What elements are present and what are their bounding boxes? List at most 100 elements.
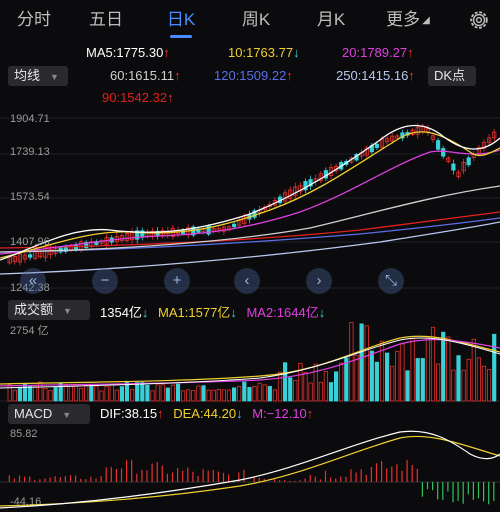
volume-bar bbox=[175, 383, 181, 402]
volume-bar bbox=[318, 381, 323, 402]
volume-bar bbox=[89, 384, 94, 402]
volume-bars bbox=[7, 322, 497, 402]
candle-body bbox=[435, 140, 441, 150]
candle-body bbox=[441, 148, 446, 157]
move-left-icon[interactable]: ‹ bbox=[234, 268, 260, 294]
caret-down-icon: ▼ bbox=[63, 306, 72, 316]
volume-bar bbox=[119, 386, 124, 402]
volume-bar bbox=[129, 388, 135, 402]
volume-bar bbox=[410, 338, 415, 402]
volume-bar bbox=[33, 386, 38, 402]
fullscreen-icon[interactable]: ⤡ bbox=[378, 268, 404, 294]
tab-intraday[interactable]: 分时 bbox=[0, 0, 68, 40]
grid-lines bbox=[0, 117, 500, 289]
volume-bar bbox=[272, 389, 278, 402]
move-right-icon[interactable]: › bbox=[306, 268, 332, 294]
ma10-value: 10:1763.77 bbox=[228, 45, 294, 60]
volume-bar bbox=[242, 381, 247, 402]
macd-selector[interactable]: MACD ▼ bbox=[8, 404, 90, 424]
macd-m: M:−12.10 bbox=[252, 406, 307, 421]
volume-bar bbox=[211, 389, 216, 402]
rights-selector-label: DK点 bbox=[434, 68, 466, 83]
volume-bar bbox=[344, 357, 349, 402]
volume-bar bbox=[22, 383, 28, 402]
volume-bar bbox=[420, 358, 425, 402]
candle-body bbox=[231, 223, 237, 228]
volume-bar bbox=[395, 350, 400, 402]
ma5-line bbox=[0, 124, 500, 261]
volume-bar bbox=[252, 385, 257, 402]
volume-bar bbox=[451, 369, 456, 402]
volume-bar bbox=[441, 331, 446, 402]
volume-bar bbox=[53, 387, 58, 402]
period-tabs: 分时 五日 日K 周K 月K 更多 ◢ bbox=[0, 0, 500, 40]
volume-bar bbox=[170, 384, 175, 402]
tab-monthly-k[interactable]: 月K bbox=[294, 0, 368, 40]
volume-bar bbox=[68, 385, 73, 402]
ma120-arrow: ↑ bbox=[286, 68, 293, 83]
volume-bar bbox=[323, 371, 329, 402]
volume-bar bbox=[288, 377, 293, 402]
volume-bar bbox=[466, 358, 471, 402]
volume-selector[interactable]: 成交额 ▼ bbox=[8, 300, 90, 320]
volume-bar bbox=[339, 362, 344, 402]
volume-bar bbox=[150, 390, 155, 402]
ma5-arrow: ↑ bbox=[163, 45, 170, 60]
volume-bar bbox=[247, 387, 252, 402]
ma10-arrow: ↓ bbox=[293, 45, 300, 60]
indicator-selector-label: 均线 bbox=[14, 68, 41, 83]
ma120-value: 120:1509.22 bbox=[214, 68, 287, 83]
volume-bar bbox=[471, 338, 476, 402]
ma120-label: 120:1509.22↑ bbox=[214, 68, 293, 83]
macd-dea-arrow: ↓ bbox=[236, 406, 243, 421]
gear-icon[interactable] bbox=[468, 9, 490, 31]
ma90-label: 90:1542.32↑ bbox=[102, 90, 174, 105]
volume-bar bbox=[145, 384, 150, 402]
tab-more[interactable]: 更多 ◢ bbox=[368, 0, 448, 40]
volume-bar bbox=[359, 323, 364, 402]
volume-bar bbox=[99, 390, 104, 402]
price-axis-label: 1904.71 bbox=[10, 113, 50, 125]
volume-bar bbox=[17, 386, 23, 402]
rights-selector[interactable]: DK点 bbox=[428, 66, 476, 86]
volume-bar bbox=[73, 385, 79, 402]
volume-bar bbox=[186, 389, 191, 402]
scroll-left-icon[interactable]: « bbox=[20, 268, 46, 294]
volume-bar bbox=[267, 385, 272, 402]
volume-bar bbox=[135, 382, 140, 402]
tab-five-day[interactable]: 五日 bbox=[68, 0, 144, 40]
volume-bar bbox=[165, 387, 170, 402]
ma250-value: 250:1415.16 bbox=[336, 68, 409, 83]
volume-chart bbox=[0, 322, 500, 402]
zoom-out-icon[interactable]: − bbox=[92, 268, 118, 294]
volume-bar bbox=[48, 390, 53, 402]
volume-bar bbox=[354, 354, 359, 402]
volume-bar bbox=[481, 365, 487, 402]
zoom-in-icon[interactable]: + bbox=[164, 268, 190, 294]
volume-bar bbox=[58, 382, 63, 402]
ma250-arrow: ↑ bbox=[408, 68, 415, 83]
ma5-label: MA5:1775.30↑ bbox=[86, 45, 170, 60]
caret-down-icon: ▼ bbox=[62, 410, 72, 420]
indicator-selector[interactable]: 均线 ▼ bbox=[8, 66, 68, 86]
volume-bar bbox=[63, 385, 68, 402]
tab-label: 周K bbox=[241, 10, 271, 29]
candle-body bbox=[466, 157, 471, 166]
ma10-label: 10:1763.77↓ bbox=[228, 45, 300, 60]
tab-label: 分时 bbox=[17, 10, 51, 29]
tab-weekly-k[interactable]: 周K bbox=[218, 0, 294, 40]
volume-bar bbox=[226, 389, 232, 402]
volume-bar bbox=[390, 365, 395, 402]
volume-bar bbox=[369, 350, 374, 402]
tab-label: 日K bbox=[166, 10, 196, 29]
tab-label: 月K bbox=[316, 10, 346, 29]
ma20-arrow: ↑ bbox=[407, 45, 414, 60]
tab-daily-k[interactable]: 日K bbox=[144, 0, 218, 40]
macd-values: DIF:38.15↑ DEA:44.20↓ M:−12.10↑ bbox=[100, 406, 313, 421]
caret-down-icon: ▼ bbox=[50, 72, 59, 82]
tab-label: 五日 bbox=[89, 10, 123, 29]
ma250-label: 250:1415.16↑ bbox=[336, 68, 415, 83]
volume-bar bbox=[277, 371, 283, 402]
volume-bar bbox=[160, 384, 165, 402]
volume-bar bbox=[191, 390, 196, 402]
